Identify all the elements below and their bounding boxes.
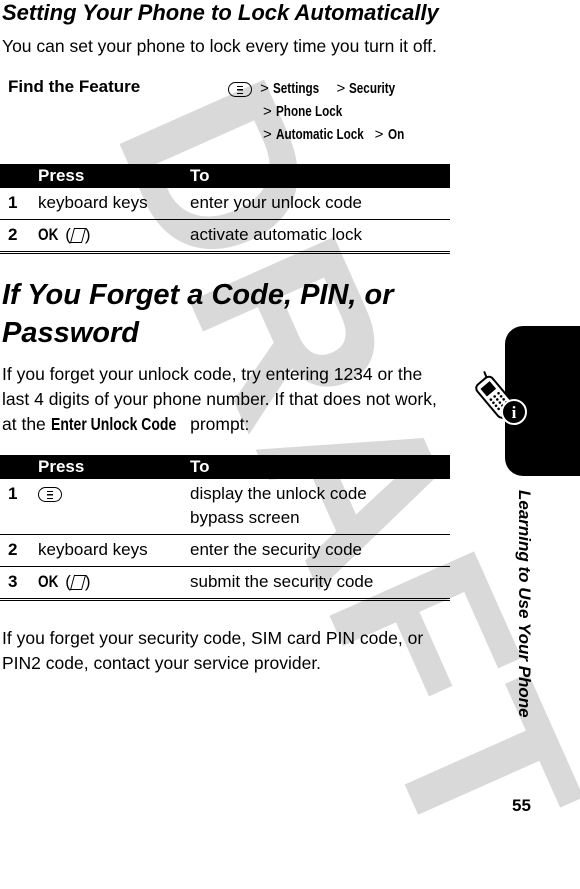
header-num — [0, 455, 38, 479]
table-row: 3 OK () submit the security code — [0, 566, 450, 601]
step-action: activate automatic lock — [190, 219, 450, 254]
table-header: Press To — [0, 455, 450, 479]
path-item-security: Security — [349, 80, 396, 97]
section-title-forget-code: If You Forget a Code, PIN, or Password — [2, 279, 394, 349]
path-separator: > — [260, 80, 269, 97]
soft-key-icon — [69, 228, 86, 244]
path-item-automatic-lock: Automatic Lock — [275, 126, 364, 143]
svg-text:i: i — [512, 403, 517, 422]
path-item-settings: Settings — [273, 80, 320, 97]
step-press: OK () — [38, 219, 190, 254]
step-number: 2 — [0, 219, 38, 254]
feature-path: > Settings > Security > Phone Lock > Aut… — [228, 77, 409, 146]
path-item-on: On — [387, 126, 404, 143]
intro-paragraph: You can set your phone to lock every tim… — [2, 36, 437, 56]
path-separator: > — [336, 80, 346, 97]
step-number: 3 — [0, 566, 38, 601]
find-feature-label: Find the Feature — [8, 77, 141, 96]
step-press: OK () — [38, 566, 190, 601]
path-separator: > — [374, 126, 384, 143]
contact-provider-paragraph: If you forget your security code, SIM ca… — [2, 628, 424, 673]
unlock-bypass-steps-table: Press To 1 display the unlock code bypas… — [0, 455, 450, 601]
ok-key-label: OK — [38, 572, 59, 591]
step-action: enter your unlock code — [190, 188, 450, 220]
step-press — [38, 479, 190, 535]
step-action: submit the security code — [190, 566, 450, 601]
menu-key-icon — [228, 81, 252, 97]
step-press: keyboard keys — [38, 188, 190, 220]
header-press: Press — [38, 455, 190, 479]
table-row: 2 OK () activate automatic lock — [0, 219, 450, 254]
step-number: 2 — [0, 534, 38, 567]
table-row: 1 display the unlock code bypass screen — [0, 479, 450, 535]
table-row: 1 keyboard keys enter your unlock code — [0, 188, 450, 220]
table-row: 2 keyboard keys enter the security code — [0, 534, 450, 567]
path-item-phone-lock: Phone Lock — [275, 103, 343, 120]
header-press: Press — [38, 164, 190, 188]
prompt-name: Enter Unlock Code — [50, 414, 176, 434]
phone-info-icon: i — [475, 371, 527, 425]
header-num — [0, 164, 38, 188]
step-action: display the unlock code bypass screen — [190, 479, 450, 535]
table-header: Press To — [0, 164, 450, 188]
path-separator: > — [263, 103, 272, 120]
auto-lock-steps-table: Press To 1 keyboard keys enter your unlo… — [0, 164, 450, 254]
step-number: 1 — [0, 479, 38, 535]
step-action: enter the security code — [190, 534, 450, 567]
soft-key-icon — [69, 575, 86, 591]
forget-code-paragraph: If you forget your unlock code, try ente… — [2, 362, 454, 437]
para-text: prompt: — [185, 414, 250, 434]
menu-key-icon — [38, 487, 62, 503]
chapter-label: Learning to Use Your Phone — [515, 490, 534, 718]
step-press: keyboard keys — [38, 534, 190, 567]
header-to: To — [190, 164, 450, 188]
ok-key-label: OK — [38, 225, 59, 244]
page-number: 55 — [512, 796, 531, 815]
section-title-auto-lock: Setting Your Phone to Lock Automatically — [2, 0, 439, 25]
step-number: 1 — [0, 188, 38, 220]
header-to: To — [190, 455, 450, 479]
path-separator: > — [263, 126, 272, 143]
